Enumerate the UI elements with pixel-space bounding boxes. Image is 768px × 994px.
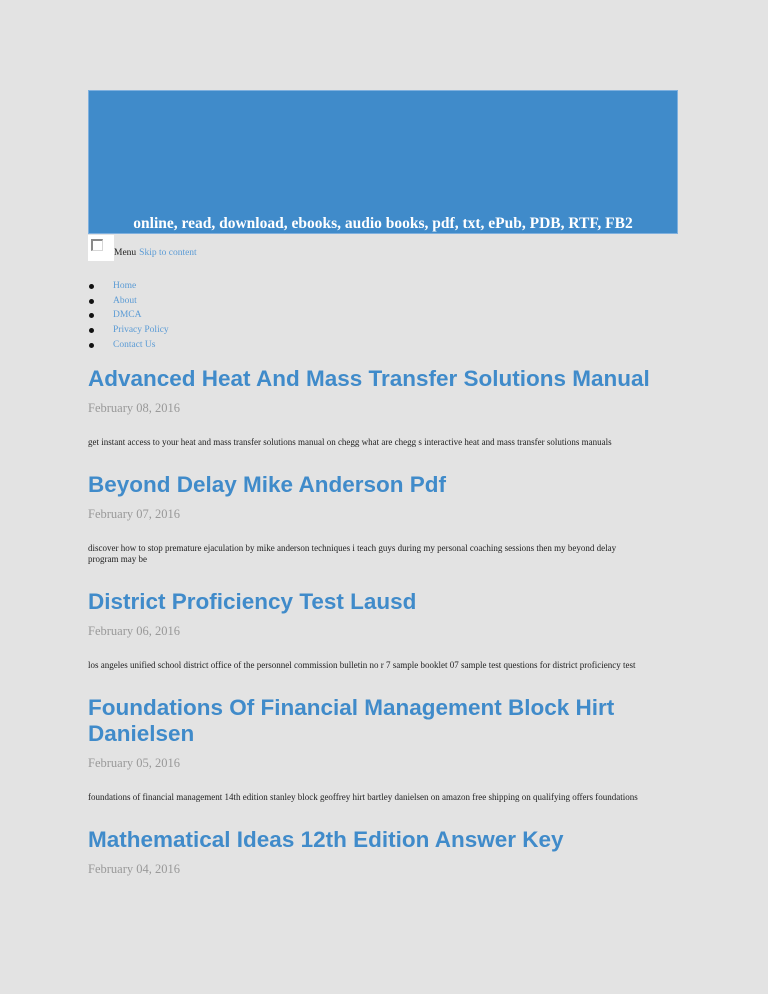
nav-link-home[interactable]: Home (113, 279, 136, 294)
site-header-banner: online, read, download, ebooks, audio bo… (88, 90, 678, 234)
nav-link-contact-us[interactable]: Contact Us (113, 338, 155, 353)
menu-toggle-checkbox[interactable] (91, 239, 103, 251)
post-excerpt: los angeles unified school district offi… (88, 660, 636, 670)
post-title: Foundations Of Financial Management Bloc… (88, 695, 680, 747)
menu-label-line: Menu Skip to content (114, 248, 197, 258)
post-title: Advanced Heat And Mass Transfer Solution… (88, 366, 680, 392)
post-date: February 07, 2016 (88, 507, 180, 521)
post-item: Mathematical Ideas 12th Edition Answer K… (88, 827, 680, 876)
post-date: February 05, 2016 (88, 756, 180, 770)
post-title-link[interactable]: Advanced Heat And Mass Transfer Solution… (88, 366, 650, 391)
post-date: February 08, 2016 (88, 401, 180, 415)
post-item: Foundations Of Financial Management Bloc… (88, 695, 680, 803)
menu-toggle-row: Menu Skip to content (88, 235, 488, 261)
post-item: Advanced Heat And Mass Transfer Solution… (88, 366, 680, 448)
bullet-icon (89, 313, 94, 319)
post-title-link[interactable]: Mathematical Ideas 12th Edition Answer K… (88, 827, 564, 852)
nav-link-dmca[interactable]: DMCA (113, 308, 142, 323)
post-title-link[interactable]: Beyond Delay Mike Anderson Pdf (88, 472, 446, 497)
skip-to-content-link[interactable]: Skip to content (139, 248, 197, 258)
post-title: Mathematical Ideas 12th Edition Answer K… (88, 827, 680, 853)
nav-link-privacy-policy[interactable]: Privacy Policy (113, 323, 169, 338)
post-title: Beyond Delay Mike Anderson Pdf (88, 472, 680, 498)
post-title-link[interactable]: Foundations Of Financial Management Bloc… (88, 695, 614, 746)
post-item: Beyond Delay Mike Anderson Pdf February … (88, 472, 680, 565)
post-title-link[interactable]: District Proficiency Test Lausd (88, 589, 416, 614)
menu-label[interactable]: Menu (114, 248, 136, 258)
bullet-icon (89, 342, 94, 348)
post-title: District Proficiency Test Lausd (88, 589, 680, 615)
nav-link-about[interactable]: About (113, 294, 137, 309)
bullet-icon (89, 328, 94, 334)
post-date: February 04, 2016 (88, 862, 180, 876)
bullet-icon (89, 298, 94, 304)
post-list: Advanced Heat And Mass Transfer Solution… (88, 366, 680, 876)
site-tagline: online, read, download, ebooks, audio bo… (133, 215, 633, 232)
post-excerpt: discover how to stop premature ejaculati… (88, 543, 617, 564)
menu-toggle-box[interactable] (88, 235, 114, 261)
post-excerpt: get instant access to your heat and mass… (88, 437, 612, 447)
post-item: District Proficiency Test Lausd February… (88, 589, 680, 671)
post-excerpt: foundations of financial management 14th… (88, 792, 638, 802)
bullet-icon (89, 284, 94, 289)
post-date: February 06, 2016 (88, 624, 180, 638)
